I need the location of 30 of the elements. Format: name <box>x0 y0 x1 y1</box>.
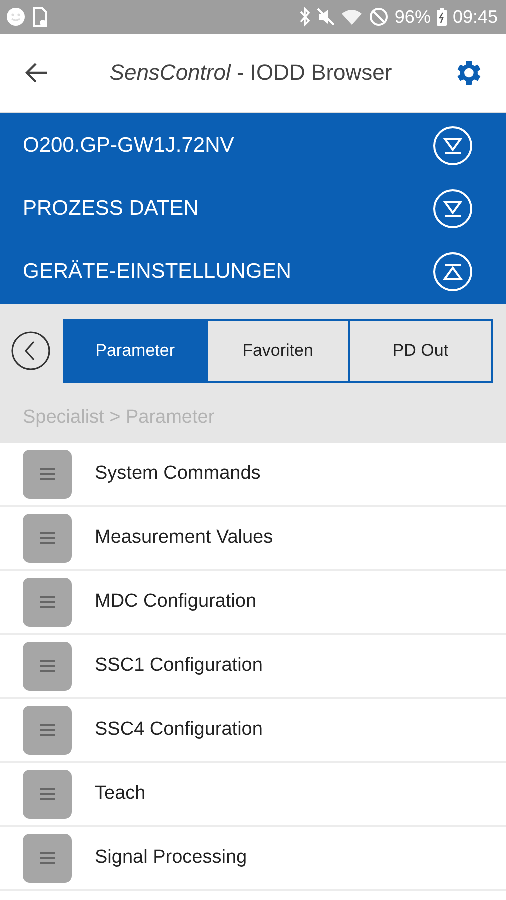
list-item[interactable]: MDC Configuration <box>0 571 506 635</box>
app-title: SensControl - IODD Browser <box>110 60 392 86</box>
list-item[interactable]: Signal Processing <box>0 827 506 891</box>
battery-icon <box>436 8 447 26</box>
wifi-icon <box>340 8 363 26</box>
menu-icon <box>23 578 72 626</box>
sim-icon <box>32 7 48 27</box>
section-header[interactable]: O200.GP-GW1J.72NV <box>0 114 506 177</box>
clock: 09:45 <box>452 6 498 28</box>
menu-icon <box>23 450 72 498</box>
menu-icon <box>23 642 72 690</box>
list-item[interactable]: SSC4 Configuration <box>0 699 506 763</box>
list-item[interactable]: Teach <box>0 763 506 827</box>
section-header[interactable]: GERÄTE-EINSTELLUNGEN <box>0 240 506 303</box>
smiley-icon <box>6 7 26 27</box>
tab[interactable]: Parameter <box>65 321 206 381</box>
list-item[interactable]: Measurement Values <box>0 507 506 571</box>
menu-icon <box>23 834 72 882</box>
muted-speaker-icon <box>316 8 335 26</box>
list-item[interactable]: SSC1 Configuration <box>0 635 506 699</box>
bluetooth-icon <box>298 7 311 27</box>
section-header[interactable]: PROZESS DATEN <box>0 177 506 240</box>
menu-icon <box>23 706 72 754</box>
battery-percentage: 96% <box>394 6 431 28</box>
previous-button[interactable] <box>11 331 51 371</box>
menu-icon <box>23 770 72 818</box>
blocked-icon <box>368 7 389 27</box>
menu-icon <box>23 514 72 562</box>
chevron-left-icon <box>11 331 51 371</box>
list-item[interactable]: System Commands <box>0 443 506 507</box>
